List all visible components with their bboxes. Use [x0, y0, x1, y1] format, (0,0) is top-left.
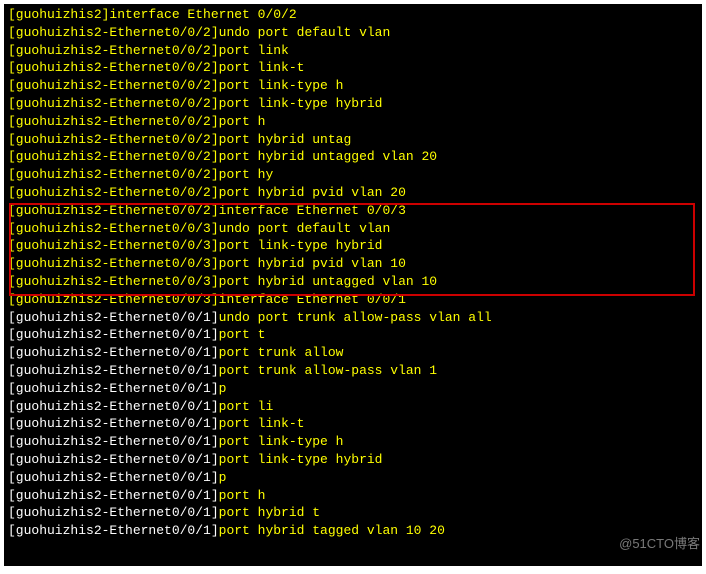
terminal-line: [guohuizhis2-Ethernet0/0/2]undo port def…: [8, 24, 698, 42]
terminal-line: [guohuizhis2]interface Ethernet 0/0/2: [8, 6, 698, 24]
terminal-line: [guohuizhis2-Ethernet0/0/1]port hybrid t…: [8, 522, 698, 540]
cli-prompt: [guohuizhis2-Ethernet0/0/2]: [8, 203, 219, 218]
cli-prompt: [guohuizhis2-Ethernet0/0/2]: [8, 25, 219, 40]
terminal-line: [guohuizhis2-Ethernet0/0/2]port link-typ…: [8, 77, 698, 95]
cli-prompt: [guohuizhis2-Ethernet0/0/3]: [8, 256, 219, 271]
cli-command: port link-type hybrid: [219, 96, 383, 111]
cli-prompt: [guohuizhis2-Ethernet0/0/2]: [8, 114, 219, 129]
cli-prompt: [guohuizhis2-Ethernet0/0/1]: [8, 452, 219, 467]
terminal-line: [guohuizhis2-Ethernet0/0/1]port h: [8, 487, 698, 505]
terminal-line: [guohuizhis2-Ethernet0/0/2]port hy: [8, 166, 698, 184]
cli-prompt: [guohuizhis2-Ethernet0/0/1]: [8, 399, 219, 414]
terminal-line: [guohuizhis2-Ethernet0/0/1]port trunk al…: [8, 344, 698, 362]
cli-command: port t: [219, 327, 266, 342]
cli-command: port li: [219, 399, 274, 414]
terminal-line: [guohuizhis2-Ethernet0/0/2]port link: [8, 42, 698, 60]
cli-prompt: [guohuizhis2]: [8, 7, 109, 22]
cli-command: port trunk allow: [219, 345, 344, 360]
cli-command: port link-type h: [219, 434, 344, 449]
terminal-line: [guohuizhis2-Ethernet0/0/2]port link-typ…: [8, 95, 698, 113]
terminal-line: [guohuizhis2-Ethernet0/0/1]port link-t: [8, 415, 698, 433]
cli-command: port hybrid untag: [219, 132, 352, 147]
cli-prompt: [guohuizhis2-Ethernet0/0/2]: [8, 185, 219, 200]
cli-prompt: [guohuizhis2-Ethernet0/0/1]: [8, 363, 219, 378]
cli-prompt: [guohuizhis2-Ethernet0/0/1]: [8, 488, 219, 503]
cli-command: port link-type hybrid: [219, 238, 383, 253]
cli-command: p: [219, 470, 227, 485]
cli-command: interface Ethernet 0/0/1: [219, 292, 406, 307]
cli-command: p: [219, 381, 227, 396]
terminal-line: [guohuizhis2-Ethernet0/0/2]port hybrid u…: [8, 131, 698, 149]
cli-prompt: [guohuizhis2-Ethernet0/0/2]: [8, 132, 219, 147]
terminal-line: [guohuizhis2-Ethernet0/0/3]interface Eth…: [8, 291, 698, 309]
terminal-line: [guohuizhis2-Ethernet0/0/3]port hybrid p…: [8, 255, 698, 273]
cli-command: port hybrid untagged vlan 10: [219, 274, 437, 289]
cli-prompt: [guohuizhis2-Ethernet0/0/2]: [8, 167, 219, 182]
terminal-line: [guohuizhis2-Ethernet0/0/1]port hybrid t: [8, 504, 698, 522]
cli-prompt: [guohuizhis2-Ethernet0/0/1]: [8, 505, 219, 520]
cli-prompt: [guohuizhis2-Ethernet0/0/1]: [8, 345, 219, 360]
cli-command: interface Ethernet 0/0/3: [219, 203, 406, 218]
terminal-line: [guohuizhis2-Ethernet0/0/1]port link-typ…: [8, 433, 698, 451]
terminal-line: [guohuizhis2-Ethernet0/0/3]port hybrid u…: [8, 273, 698, 291]
cli-command: port h: [219, 114, 266, 129]
cli-command: port h: [219, 488, 266, 503]
cli-command: port hy: [219, 167, 274, 182]
cli-prompt: [guohuizhis2-Ethernet0/0/3]: [8, 292, 219, 307]
terminal-line: [guohuizhis2-Ethernet0/0/2]interface Eth…: [8, 202, 698, 220]
terminal-line: [guohuizhis2-Ethernet0/0/1]p: [8, 380, 698, 398]
terminal-line: [guohuizhis2-Ethernet0/0/1]p: [8, 469, 698, 487]
terminal-line: [guohuizhis2-Ethernet0/0/1]port t: [8, 326, 698, 344]
terminal-line: [guohuizhis2-Ethernet0/0/1]port link-typ…: [8, 451, 698, 469]
cli-command: port hybrid pvid vlan 10: [219, 256, 406, 271]
cli-command: port link: [219, 43, 289, 58]
cli-prompt: [guohuizhis2-Ethernet0/0/1]: [8, 470, 219, 485]
cli-command: port trunk allow-pass vlan 1: [219, 363, 437, 378]
terminal-line: [guohuizhis2-Ethernet0/0/2]port link-t: [8, 59, 698, 77]
terminal-line: [guohuizhis2-Ethernet0/0/2]port h: [8, 113, 698, 131]
cli-prompt: [guohuizhis2-Ethernet0/0/2]: [8, 96, 219, 111]
cli-command: undo port default vlan: [219, 25, 391, 40]
terminal-line: [guohuizhis2-Ethernet0/0/1]port trunk al…: [8, 362, 698, 380]
cli-command: port link-t: [219, 60, 305, 75]
cli-prompt: [guohuizhis2-Ethernet0/0/3]: [8, 221, 219, 236]
cli-command: undo port trunk allow-pass vlan all: [219, 310, 492, 325]
cli-prompt: [guohuizhis2-Ethernet0/0/2]: [8, 43, 219, 58]
cli-prompt: [guohuizhis2-Ethernet0/0/1]: [8, 327, 219, 342]
terminal-line: [guohuizhis2-Ethernet0/0/1]undo port tru…: [8, 309, 698, 327]
cli-prompt: [guohuizhis2-Ethernet0/0/1]: [8, 523, 219, 538]
cli-prompt: [guohuizhis2-Ethernet0/0/1]: [8, 434, 219, 449]
terminal-line: [guohuizhis2-Ethernet0/0/3]port link-typ…: [8, 237, 698, 255]
cli-prompt: [guohuizhis2-Ethernet0/0/3]: [8, 238, 219, 253]
cli-prompt: [guohuizhis2-Ethernet0/0/1]: [8, 310, 219, 325]
cli-prompt: [guohuizhis2-Ethernet0/0/1]: [8, 416, 219, 431]
cli-command: port hybrid tagged vlan 10 20: [219, 523, 445, 538]
cli-prompt: [guohuizhis2-Ethernet0/0/1]: [8, 381, 219, 396]
cli-prompt: [guohuizhis2-Ethernet0/0/2]: [8, 149, 219, 164]
cli-command: port hybrid t: [219, 505, 320, 520]
cli-command: port link-type hybrid: [219, 452, 383, 467]
cli-command: port link-type h: [219, 78, 344, 93]
cli-command: port link-t: [219, 416, 305, 431]
cli-command: interface Ethernet 0/0/2: [109, 7, 296, 22]
cli-prompt: [guohuizhis2-Ethernet0/0/2]: [8, 60, 219, 75]
terminal-line: [guohuizhis2-Ethernet0/0/2]port hybrid p…: [8, 184, 698, 202]
cli-command: port hybrid untagged vlan 20: [219, 149, 437, 164]
terminal-line: [guohuizhis2-Ethernet0/0/2]port hybrid u…: [8, 148, 698, 166]
terminal-line: [guohuizhis2-Ethernet0/0/3]undo port def…: [8, 220, 698, 238]
cli-prompt: [guohuizhis2-Ethernet0/0/3]: [8, 274, 219, 289]
cli-prompt: [guohuizhis2-Ethernet0/0/2]: [8, 78, 219, 93]
cli-command: undo port default vlan: [219, 221, 391, 236]
terminal-output: [guohuizhis2]interface Ethernet 0/0/2[gu…: [8, 6, 698, 540]
terminal-line: [guohuizhis2-Ethernet0/0/1]port li: [8, 398, 698, 416]
terminal-window[interactable]: [guohuizhis2]interface Ethernet 0/0/2[gu…: [4, 4, 702, 566]
cli-command: port hybrid pvid vlan 20: [219, 185, 406, 200]
